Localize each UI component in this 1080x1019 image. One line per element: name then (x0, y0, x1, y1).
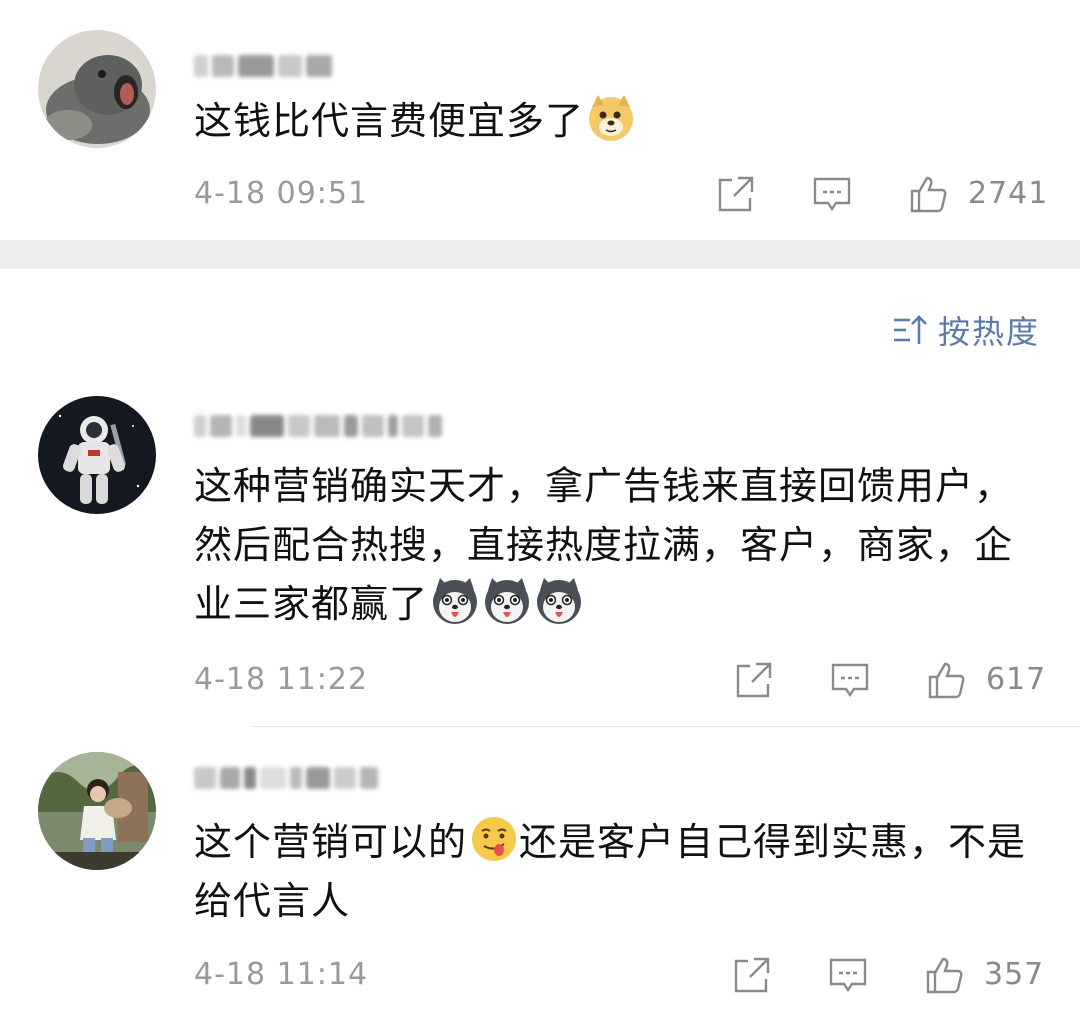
comment-icon[interactable] (828, 955, 868, 995)
sort-icon (892, 312, 928, 348)
comment-meta: 4-18 11:22 617 (194, 660, 1045, 700)
comment-text: 这钱比代言费便宜多了 (194, 92, 1044, 151)
username-blurred[interactable] (194, 762, 378, 794)
comment-icon[interactable] (812, 174, 852, 214)
comment-meta: 4-18 11:14 357 (194, 955, 1043, 995)
sort-label: 按热度 (937, 313, 1040, 351)
username-blurred[interactable] (194, 410, 442, 442)
husky-emoji (430, 576, 480, 626)
share-icon[interactable] (734, 660, 774, 700)
share-icon[interactable] (716, 174, 756, 214)
share-icon[interactable] (732, 955, 772, 995)
like-icon[interactable] (924, 955, 964, 995)
comment-icon[interactable] (830, 660, 870, 700)
like-count: 2741 (968, 176, 1049, 211)
avatar[interactable] (38, 752, 156, 870)
doge-emoji (586, 93, 636, 143)
comment-time: 4-18 11:22 (194, 662, 369, 697)
husky-emoji (534, 576, 584, 626)
tongue-emoji (469, 814, 519, 864)
comment-time: 4-18 11:14 (194, 957, 369, 992)
comment-text: 这种营销确实天才，拿广告钱来直接回馈用户，然后配合热搜，直接热度拉满，客户，商家… (194, 464, 1014, 626)
comment-divider (252, 726, 1080, 727)
like-count: 617 (986, 662, 1047, 697)
avatar[interactable] (38, 30, 156, 148)
comment-text: 这个营销可以的 还是客户自己得到实惠，不是给代言人 (194, 813, 1044, 931)
comment-time: 4-18 09:51 (194, 176, 369, 211)
sort-by-hotness[interactable]: 按热度 (892, 308, 1040, 352)
avatar[interactable] (38, 396, 156, 514)
husky-emoji (482, 576, 532, 626)
comment-meta: 4-18 09:51 2741 (194, 174, 1047, 214)
like-icon[interactable] (926, 660, 966, 700)
username-blurred[interactable] (194, 50, 332, 82)
like-count: 357 (984, 957, 1045, 992)
section-separator (0, 240, 1080, 269)
like-icon[interactable] (908, 174, 948, 214)
